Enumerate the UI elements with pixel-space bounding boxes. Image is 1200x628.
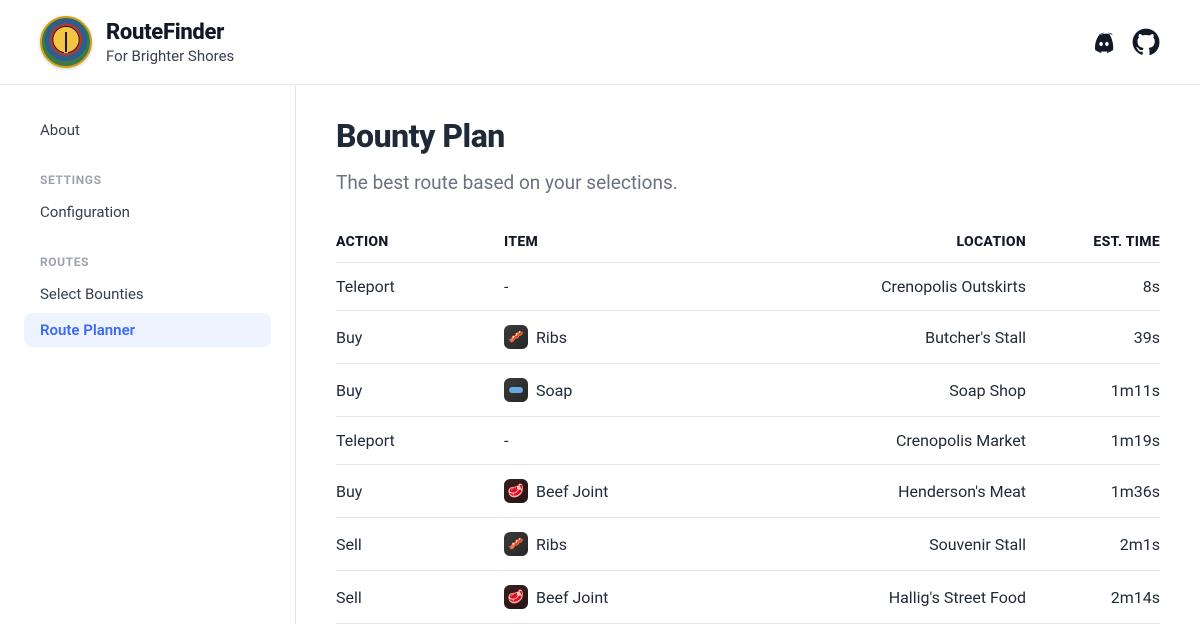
item-name: Beef Joint bbox=[536, 482, 608, 501]
github-icon[interactable] bbox=[1132, 28, 1160, 56]
cell-location: Crenopolis Market bbox=[713, 417, 1050, 465]
table-row: Sell Beef Joint Hallig's Street Food2m14s bbox=[336, 571, 1160, 624]
sidebar-item-label: Select Bounties bbox=[40, 285, 144, 303]
item-name: Ribs bbox=[536, 535, 567, 554]
cell-location: Crenopolis Outskirts bbox=[713, 263, 1050, 311]
logo-icon bbox=[40, 16, 92, 68]
app-subtitle: For Brighter Shores bbox=[106, 47, 234, 65]
table-row: Buy Ribs Butcher's Stall39s bbox=[336, 311, 1160, 364]
table-row: Buy Beef Joint Henderson's Meat1m36s bbox=[336, 465, 1160, 518]
cell-item: Beef Joint bbox=[504, 571, 713, 624]
sidebar-item-configuration[interactable]: Configuration bbox=[24, 195, 271, 229]
sidebar-heading-settings: SETTINGS bbox=[24, 149, 271, 195]
sidebar-item-select-bounties[interactable]: Select Bounties bbox=[24, 277, 271, 311]
cell-time: 39s bbox=[1050, 311, 1160, 364]
col-header-time: EST. TIME bbox=[1050, 222, 1160, 263]
cell-action: Sell bbox=[336, 571, 504, 624]
page-subtitle: The best route based on your selections. bbox=[336, 171, 1160, 194]
cell-action: Buy bbox=[336, 364, 504, 417]
col-header-location: LOCATION bbox=[713, 222, 1050, 263]
cell-item: Ribs bbox=[504, 518, 713, 571]
beef-icon bbox=[504, 585, 528, 609]
cell-time: 1m11s bbox=[1050, 364, 1160, 417]
cell-item: Soap bbox=[504, 364, 713, 417]
cell-action: Teleport bbox=[336, 417, 504, 465]
cell-item: Ribs bbox=[504, 311, 713, 364]
discord-icon[interactable] bbox=[1090, 28, 1118, 56]
soap-icon bbox=[504, 378, 528, 402]
cell-action: Teleport bbox=[336, 263, 504, 311]
cell-location: Soap Shop bbox=[713, 364, 1050, 417]
sidebar-item-route-planner[interactable]: Route Planner bbox=[24, 313, 271, 347]
cell-location: Souvenir Stall bbox=[713, 518, 1050, 571]
item-name: Soap bbox=[536, 381, 572, 400]
col-header-action: ACTION bbox=[336, 222, 504, 263]
cell-item: Beef Joint bbox=[504, 465, 713, 518]
cell-item: - bbox=[504, 263, 713, 311]
cell-time: 2m14s bbox=[1050, 571, 1160, 624]
table-row: Teleport-Crenopolis Outskirts8s bbox=[336, 263, 1160, 311]
app-title: RouteFinder bbox=[106, 20, 234, 45]
route-table: ACTION ITEM LOCATION EST. TIME Teleport-… bbox=[336, 222, 1160, 624]
main-content: Bounty Plan The best route based on your… bbox=[296, 85, 1200, 624]
cell-time: 8s bbox=[1050, 263, 1160, 311]
table-row: Sell Ribs Souvenir Stall2m1s bbox=[336, 518, 1160, 571]
table-row: Buy Soap Soap Shop1m11s bbox=[336, 364, 1160, 417]
table-row: Teleport-Crenopolis Market1m19s bbox=[336, 417, 1160, 465]
sidebar-heading-routes: ROUTES bbox=[24, 231, 271, 277]
page-title: Bounty Plan bbox=[336, 117, 1160, 155]
header: RouteFinder For Brighter Shores bbox=[0, 0, 1200, 85]
col-header-item: ITEM bbox=[504, 222, 713, 263]
cell-action: Sell bbox=[336, 518, 504, 571]
item-name: Beef Joint bbox=[536, 588, 608, 607]
brand: RouteFinder For Brighter Shores bbox=[40, 16, 234, 68]
ribs-icon bbox=[504, 532, 528, 556]
item-name: Ribs bbox=[536, 328, 567, 347]
sidebar-item-about[interactable]: About bbox=[24, 113, 271, 147]
sidebar: About SETTINGS Configuration ROUTES Sele… bbox=[0, 85, 296, 624]
cell-location: Butcher's Stall bbox=[713, 311, 1050, 364]
cell-item: - bbox=[504, 417, 713, 465]
cell-location: Henderson's Meat bbox=[713, 465, 1050, 518]
sidebar-item-label: Configuration bbox=[40, 203, 130, 221]
cell-location: Hallig's Street Food bbox=[713, 571, 1050, 624]
cell-time: 1m19s bbox=[1050, 417, 1160, 465]
sidebar-item-label: About bbox=[40, 121, 80, 139]
cell-action: Buy bbox=[336, 311, 504, 364]
cell-time: 2m1s bbox=[1050, 518, 1160, 571]
ribs-icon bbox=[504, 325, 528, 349]
cell-time: 1m36s bbox=[1050, 465, 1160, 518]
cell-action: Buy bbox=[336, 465, 504, 518]
sidebar-item-label: Route Planner bbox=[40, 321, 135, 339]
beef-icon bbox=[504, 479, 528, 503]
